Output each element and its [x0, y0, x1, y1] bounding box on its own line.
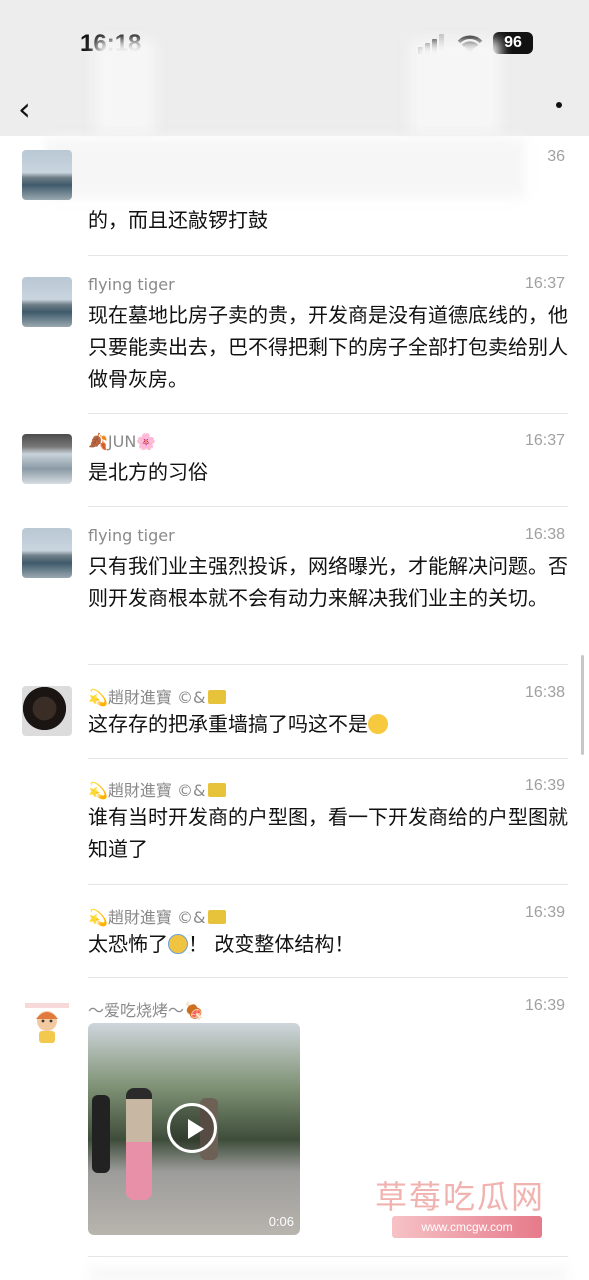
badge-icon: ©&	[171, 908, 206, 927]
flower-icon: 🌸	[136, 432, 157, 451]
sender-name: 💫趙財進寶 ©&	[88, 904, 226, 928]
message-text: 现在墓地比房子卖的贵，开发商是没有道德底线的，他只要能卖出去，巴不得把剩下的房子…	[88, 303, 568, 391]
redaction-blur	[45, 138, 525, 198]
meat-skewer-icon: 🍖	[184, 1001, 204, 1020]
watermark-url: www.cmcgw.com	[392, 1216, 542, 1238]
message-time: 16:39	[524, 997, 565, 1014]
message-text-tail: ！ 改变整体结构！	[188, 932, 355, 956]
message-time: 16:37	[524, 275, 565, 292]
message-time: 16:38	[524, 684, 565, 701]
back-button[interactable]: ‹	[18, 90, 31, 128]
avatar[interactable]	[22, 434, 72, 484]
chat-header: ‹	[0, 80, 589, 136]
sparkle-icon: 💫	[88, 908, 108, 927]
badge-icon: ©&	[171, 781, 206, 800]
message-text-body: 这存存的把承重墙搞了吗这不是	[88, 712, 368, 736]
sparkle-icon: 💫	[88, 781, 108, 800]
tag-icon	[207, 910, 226, 924]
divider	[88, 255, 568, 256]
avatar[interactable]	[22, 999, 72, 1049]
avatar[interactable]	[22, 686, 72, 736]
sender-name: 🍂JUN🌸	[88, 432, 156, 451]
tag-icon	[207, 690, 226, 704]
sender-label: ～爱吃烧烤～	[88, 1001, 185, 1020]
watermark-text: 草莓吃瓜网	[375, 1178, 546, 1216]
divider	[88, 758, 568, 759]
message-text: 只有我们业主强烈投诉，网络曝光，才能解决问题。否则开发商根本就不会有动力来解决我…	[88, 554, 568, 610]
more-icon[interactable]	[556, 102, 562, 108]
message-time: 36	[547, 148, 565, 165]
message-time: 16:37	[524, 432, 565, 449]
scrollbar[interactable]	[581, 655, 584, 755]
redaction-blur	[410, 40, 500, 135]
avatar[interactable]	[22, 528, 72, 578]
divider	[88, 506, 568, 507]
sender-label: 趙財進寶	[107, 781, 172, 800]
sender-name: ～爱吃烧烤～🍖	[88, 997, 204, 1021]
screaming-emoji-icon	[168, 934, 188, 954]
divider	[88, 1256, 568, 1257]
sender-name: 💫趙財進寶 ©&	[88, 777, 226, 801]
badge-icon: ©&	[171, 688, 206, 707]
message-text: 是北方的习俗	[88, 460, 208, 484]
video-duration: 0:06	[268, 1214, 294, 1229]
cartoon-avatar-icon	[25, 1003, 69, 1043]
divider	[88, 664, 568, 665]
status-bar: 16:18 96	[0, 0, 589, 80]
sender-label: JUN	[107, 432, 137, 451]
divider	[88, 977, 568, 978]
laughing-emoji-icon	[368, 714, 388, 734]
sender-name: flying tiger	[88, 526, 175, 545]
message-text: 谁有当时开发商的户型图，看一下开发商给的户型图就知道了	[88, 805, 568, 861]
message-time: 16:38	[524, 526, 565, 543]
sender-name: flying tiger	[88, 275, 175, 294]
avatar[interactable]	[22, 150, 72, 200]
sparkle-icon: 💫	[88, 688, 108, 707]
message-time: 16:39	[524, 904, 565, 921]
avatar[interactable]	[22, 277, 72, 327]
divider	[88, 413, 568, 414]
message-text: 太恐怖了 ！ 改变整体结构！	[88, 928, 568, 960]
tag-icon	[207, 783, 226, 797]
person-figure	[92, 1095, 110, 1173]
message-text-body: 太恐怖了	[88, 932, 168, 956]
person-figure	[126, 1088, 152, 1200]
leaf-icon: 🍂	[88, 432, 108, 451]
play-icon[interactable]	[167, 1103, 217, 1153]
sender-label: 趙財進寶	[107, 908, 172, 927]
video-message[interactable]: 0:06	[88, 1023, 300, 1235]
divider	[88, 884, 568, 885]
message-time: 16:39	[524, 777, 565, 794]
redaction-blur	[95, 40, 155, 135]
message-text: 这存存的把承重墙搞了吗这不是	[88, 708, 568, 740]
sender-name: 💫趙財進寶 ©&	[88, 684, 226, 708]
sender-label: 趙財進寶	[107, 688, 172, 707]
message-text: 的，而且还敲锣打鼓	[88, 208, 268, 232]
next-message-preview	[88, 1268, 568, 1280]
